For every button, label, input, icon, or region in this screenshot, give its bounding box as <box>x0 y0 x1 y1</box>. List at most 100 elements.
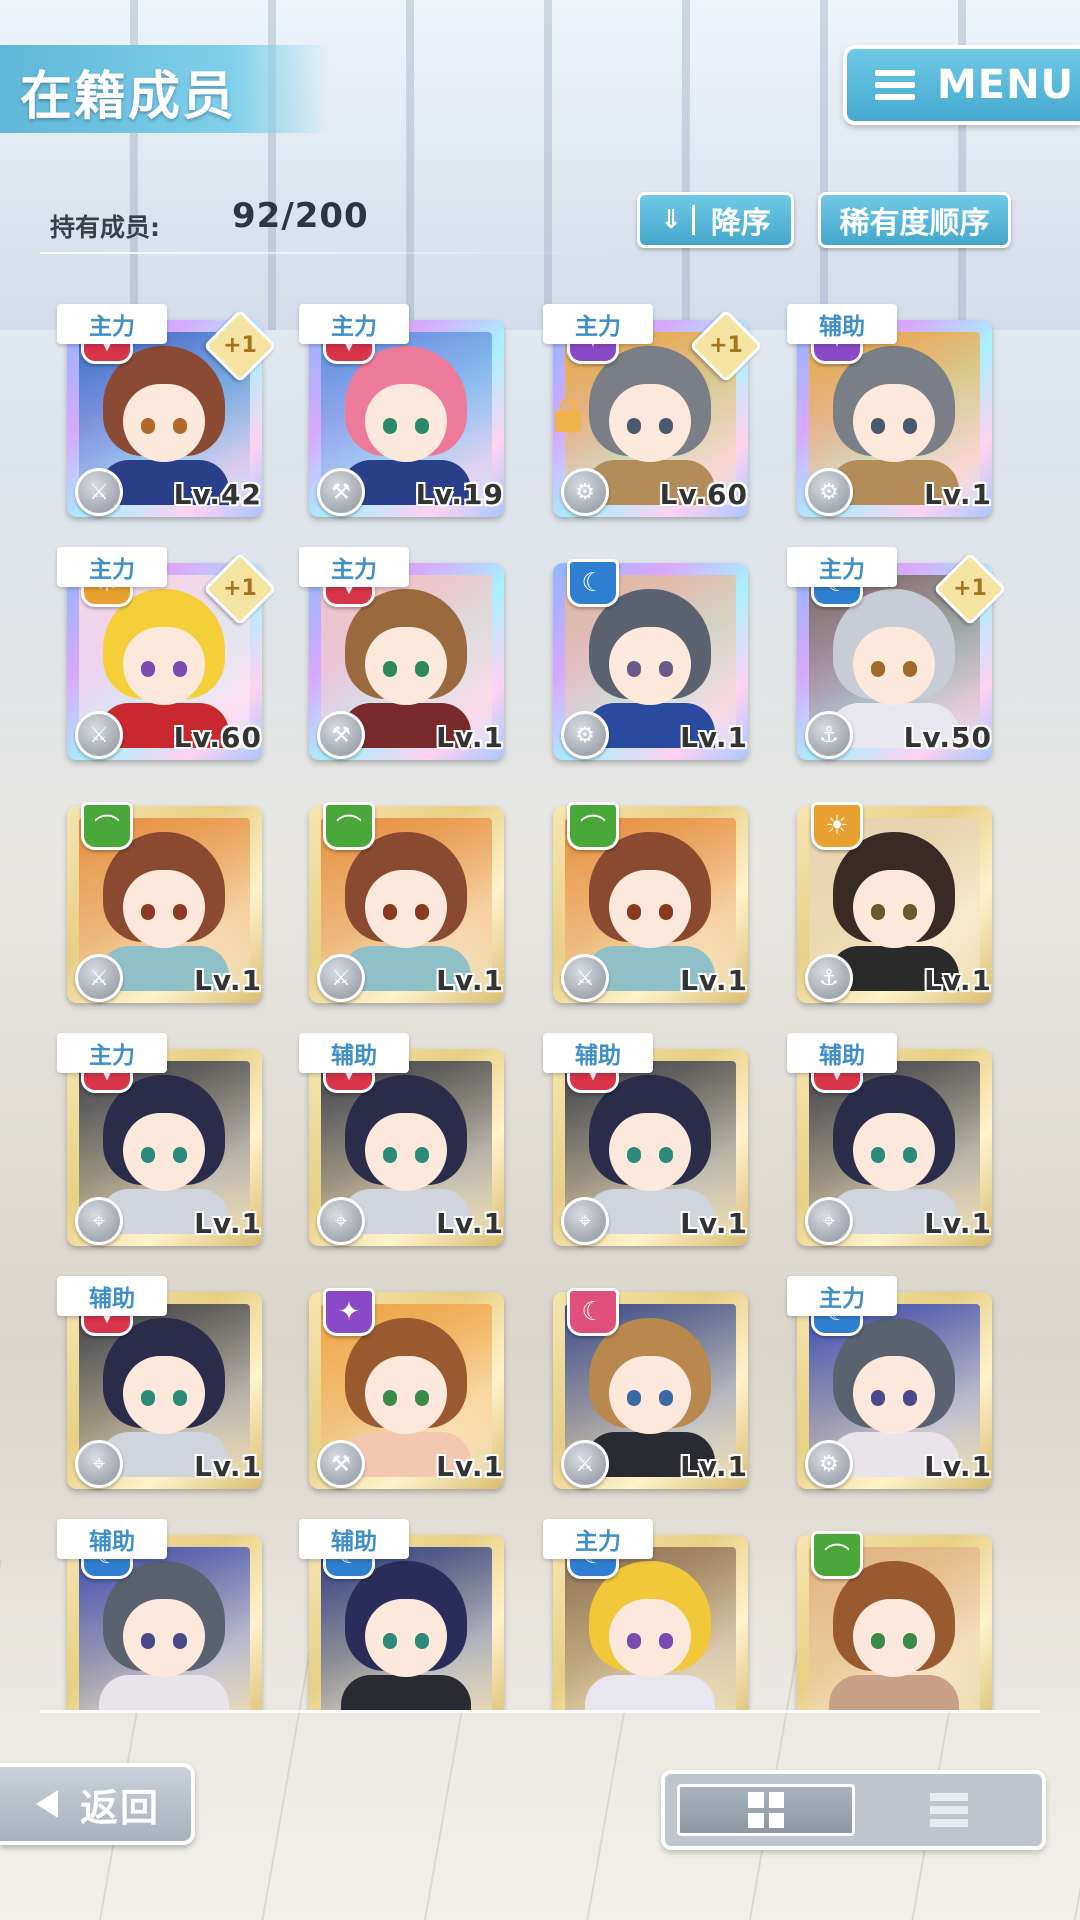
grid-view-button[interactable] <box>677 1784 855 1836</box>
member-card[interactable]: ✦ ⚒ Lv.1 <box>299 1282 514 1494</box>
member-card[interactable]: ☾主力+1⚓Lv.50 <box>787 547 1007 765</box>
member-card[interactable]: ⌒ ⚔ Lv.1 <box>299 796 514 1008</box>
role-tag: 主力 <box>787 547 897 587</box>
attribute-badge-icon: ⌒ <box>567 802 619 850</box>
hammer-icon: ⚒ <box>317 1440 365 1488</box>
member-card[interactable]: ▼主力⚒Lv.1 <box>299 547 514 765</box>
role-tag: 主力 <box>299 304 409 344</box>
level-label: Lv.19 <box>415 478 504 511</box>
attribute-badge-icon: ⌒ <box>81 802 133 850</box>
sword-icon: ⚔ <box>75 711 123 759</box>
level-label: Lv.1 <box>924 1207 992 1240</box>
arrow-left-icon <box>36 1790 58 1818</box>
role-tag: 辅助 <box>57 1519 167 1559</box>
role-tag: 辅助 <box>543 1033 653 1073</box>
role-tag: 主力 <box>543 1519 653 1559</box>
member-card[interactable]: ▼主力⚒Lv.19 <box>299 304 514 522</box>
view-toggle <box>661 1770 1046 1850</box>
member-card[interactable]: ☾主力⚙Lv.1 <box>787 1276 1002 1494</box>
sword-icon: ⚔ <box>317 954 365 1002</box>
hook-icon: ⚓ <box>805 954 853 1002</box>
level-label: Lv.1 <box>436 964 504 997</box>
level-label: Lv.1 <box>436 721 504 754</box>
role-tag: 主力 <box>57 547 167 587</box>
gun-icon: ⌖ <box>561 1197 609 1245</box>
attribute-badge-icon: ☀ <box>811 802 863 850</box>
limit-break-label: +1 <box>709 333 743 358</box>
gear-icon: ⚙ <box>805 1440 853 1488</box>
member-card[interactable]: ☾ ⚔ Lv.1 <box>543 1282 758 1494</box>
role-tag: 辅助 <box>57 1276 167 1316</box>
level-label: Lv.1 <box>436 1450 504 1483</box>
level-label: Lv.60 <box>173 721 262 754</box>
member-card[interactable]: ✦主力+1⚙Lv.60 <box>543 304 763 522</box>
hammer-icon: ⚒ <box>317 711 365 759</box>
lock-icon <box>555 398 581 432</box>
grid-view-icon <box>748 1792 784 1828</box>
member-card[interactable]: ▼主力⌖Lv.1 <box>57 1033 272 1251</box>
role-tag: 主力 <box>57 304 167 344</box>
back-button[interactable]: 返回 <box>0 1763 195 1845</box>
sword-icon: ⚔ <box>75 468 123 516</box>
member-card[interactable]: ▼辅助⌖Lv.1 <box>299 1033 514 1251</box>
gear-icon: ⚙ <box>561 711 609 759</box>
gun-icon: ⌖ <box>317 1197 365 1245</box>
back-label: 返回 <box>80 1785 161 1830</box>
sword-icon: ⚔ <box>561 954 609 1002</box>
member-card[interactable]: ▼辅助⌖Lv.1 <box>787 1033 1002 1251</box>
limit-break-label: +1 <box>953 576 987 601</box>
member-card[interactable]: ⌒ ⚔ Lv.1 <box>57 796 272 1008</box>
attribute-badge-icon: ⌒ <box>811 1531 863 1579</box>
role-tag: 主力 <box>299 547 409 587</box>
role-tag: 主力 <box>57 1033 167 1073</box>
member-card[interactable]: ▼辅助⌖Lv.1 <box>543 1033 758 1251</box>
gun-icon: ⌖ <box>75 1197 123 1245</box>
level-label: Lv.1 <box>194 1207 262 1240</box>
level-label: Lv.1 <box>924 964 992 997</box>
gear-icon: ⚙ <box>805 468 853 516</box>
role-tag: 主力 <box>543 304 653 344</box>
level-label: Lv.1 <box>924 1450 992 1483</box>
member-card[interactable]: ⌒ ⚔ Lv.1 <box>543 796 758 1008</box>
role-tag: 辅助 <box>787 304 897 344</box>
level-label: Lv.1 <box>194 964 262 997</box>
role-tag: 主力 <box>787 1276 897 1316</box>
hook-icon: ⚓ <box>805 711 853 759</box>
member-card[interactable]: ☾辅助 <box>299 1519 514 1710</box>
level-label: Lv.1 <box>680 964 748 997</box>
attribute-badge-icon: ☾ <box>567 1288 619 1336</box>
member-card[interactable]: ☾辅助 <box>57 1519 272 1710</box>
gun-icon: ⌖ <box>75 1440 123 1488</box>
role-tag: 辅助 <box>299 1033 409 1073</box>
role-tag: 辅助 <box>299 1519 409 1559</box>
attribute-badge-icon: ⌒ <box>323 802 375 850</box>
level-label: Lv.1 <box>680 721 748 754</box>
member-card[interactable]: ☾ ⚙ Lv.1 <box>543 553 758 765</box>
level-label: Lv.1 <box>436 1207 504 1240</box>
member-card[interactable]: ☀ ⚓ Lv.1 <box>787 796 1002 1008</box>
level-label: Lv.60 <box>659 478 748 511</box>
attribute-badge-icon: ☾ <box>567 559 619 607</box>
sword-icon: ⚔ <box>561 1440 609 1488</box>
role-tag: 辅助 <box>787 1033 897 1073</box>
gun-icon: ⌖ <box>805 1197 853 1245</box>
limit-break-label: +1 <box>223 333 257 358</box>
sword-icon: ⚔ <box>75 954 123 1002</box>
level-label: Lv.50 <box>903 721 992 754</box>
gear-icon: ⚙ <box>561 468 609 516</box>
level-label: Lv.1 <box>680 1450 748 1483</box>
member-card[interactable]: ▼主力+1⚔Lv.42 <box>57 304 277 522</box>
divider <box>40 1710 1040 1713</box>
member-card[interactable]: ☾主力 <box>543 1519 758 1710</box>
hammer-icon: ⚒ <box>317 468 365 516</box>
level-label: Lv.42 <box>173 478 262 511</box>
level-label: Lv.1 <box>680 1207 748 1240</box>
member-grid: ▼主力+1⚔Lv.42▼主力⚒Lv.19✦主力+1⚙Lv.60✦辅助⚙Lv.1☀… <box>0 0 1080 1710</box>
member-card[interactable]: ☀主力+1⚔Lv.60 <box>57 547 277 765</box>
level-label: Lv.1 <box>924 478 992 511</box>
member-card[interactable]: ▼辅助⌖Lv.1 <box>57 1276 272 1494</box>
limit-break-label: +1 <box>223 576 257 601</box>
member-card[interactable]: ⌒ <box>787 1525 1002 1710</box>
member-card[interactable]: ✦辅助⚙Lv.1 <box>787 304 1002 522</box>
list-view-button[interactable] <box>865 1784 1033 1836</box>
